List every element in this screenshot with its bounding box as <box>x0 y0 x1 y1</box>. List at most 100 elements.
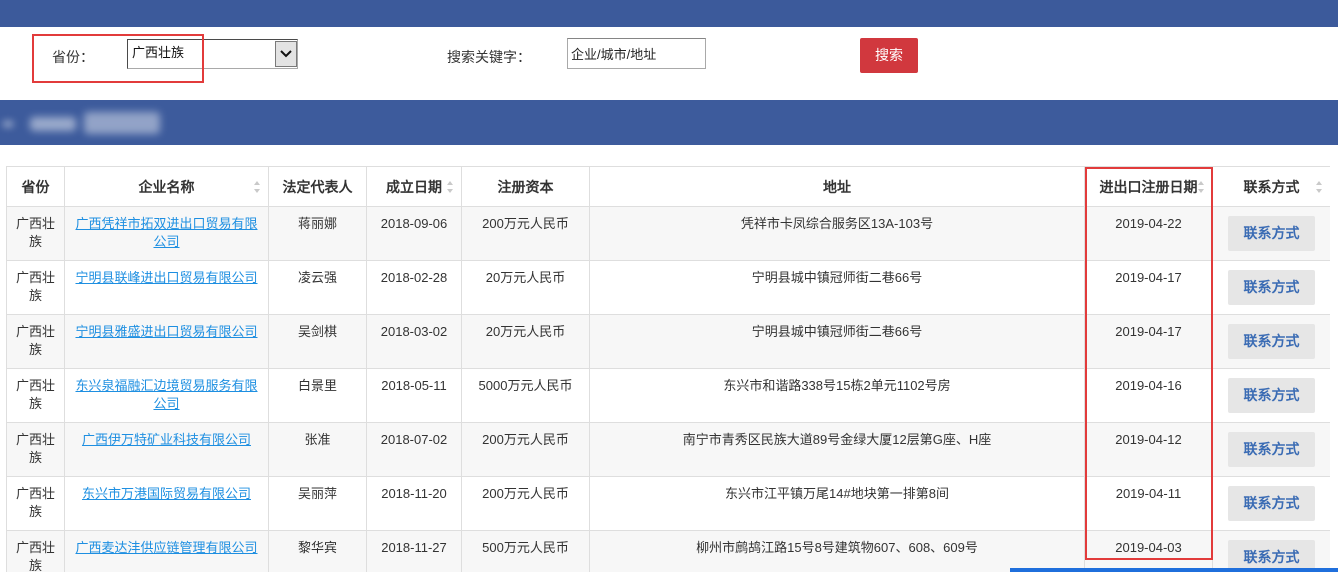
header-label: 企业名称 <box>138 178 195 195</box>
header-province: 省份 <box>6 166 65 207</box>
blurred-text <box>84 112 160 134</box>
keyword-label: 搜索关键字： <box>447 49 531 65</box>
cell-ie-registration-date: 2019-04-22 <box>1084 206 1213 261</box>
cell-contact: 联系方式 <box>1212 260 1330 315</box>
cell-contact: 联系方式 <box>1212 314 1330 369</box>
top-nav-bar <box>0 0 1338 27</box>
sort-icon[interactable] <box>1315 180 1323 194</box>
cell-legal-representative: 白景里 <box>268 368 367 423</box>
company-name-link[interactable]: 广西麦达沣供应链管理有限公司 <box>75 540 257 555</box>
sort-icon[interactable] <box>446 180 454 194</box>
cell-address: 东兴市江平镇万尾14#地块第一排第8间 <box>589 476 1085 531</box>
header-contact[interactable]: 联系方式 <box>1212 166 1330 207</box>
table-body: 广西壮族 广西凭祥市拓双进出口贸易有限公司 蒋丽娜 2018-09-06 200万元人民… <box>6 206 1330 572</box>
cell-legal-representative: 张准 <box>268 422 367 477</box>
cell-contact: 联系方式 <box>1212 422 1330 477</box>
cell-province: 广西壮族 <box>6 422 65 477</box>
table-row: 广西壮族 宁明县雅盛进出口贸易有限公司 吴剑棋 2018-03-02 20万元人民币 宁明… <box>6 314 1330 369</box>
bottom-blue-bar <box>1010 568 1338 572</box>
table-header-row: 省份 企业名称 法定代表人 成立日期 注册资本 地址 进出口注册日期 联系方式 <box>6 166 1330 207</box>
header-label: 进出口注册日期 <box>1099 178 1198 195</box>
province-label: 省份： <box>52 49 94 65</box>
cell-address: 宁明县城中镇冠师街二巷66号 <box>589 314 1085 369</box>
cell-legal-representative: 吴剑棋 <box>268 314 367 369</box>
contact-info-button[interactable]: 联系方式 <box>1228 216 1315 251</box>
contact-info-button[interactable]: 联系方式 <box>1228 324 1315 359</box>
sort-icon[interactable] <box>253 180 261 194</box>
header-founded-date[interactable]: 成立日期 <box>366 166 462 207</box>
chevron-down-icon[interactable] <box>275 41 297 67</box>
cell-company-name: 广西凭祥市拓双进出口贸易有限公司 <box>64 206 269 261</box>
cell-contact: 联系方式 <box>1212 368 1330 423</box>
company-table: 省份 企业名称 法定代表人 成立日期 注册资本 地址 进出口注册日期 联系方式 广西壮族 广西凭… <box>6 166 1330 572</box>
cell-ie-registration-date: 2019-04-16 <box>1084 368 1213 423</box>
cell-ie-registration-date: 2019-04-03 <box>1084 530 1213 572</box>
header-label: 注册资本 <box>497 178 554 195</box>
blurred-text <box>3 122 13 126</box>
cell-contact: 联系方式 <box>1212 206 1330 261</box>
keyword-input[interactable] <box>567 38 706 69</box>
province-select-value: 广西壮族 <box>132 45 185 60</box>
sort-icon[interactable] <box>1197 180 1205 194</box>
contact-info-button[interactable]: 联系方式 <box>1228 378 1315 413</box>
cell-company-name: 宁明县雅盛进出口贸易有限公司 <box>64 314 269 369</box>
contact-info-button[interactable]: 联系方式 <box>1228 432 1315 467</box>
cell-address: 南宁市青秀区民族大道89号金绿大厦12层第G座、H座 <box>589 422 1085 477</box>
cell-address: 东兴市和谐路338号15栋2单元1102号房 <box>589 368 1085 423</box>
table-row: 广西壮族 东兴市万港国际贸易有限公司 吴丽萍 2018-11-20 200万元人民币 东兴… <box>6 476 1330 531</box>
header-address: 地址 <box>589 166 1085 207</box>
table-row: 广西壮族 宁明县联峰进出口贸易有限公司 凌云强 2018-02-28 20万元人民币 宁明… <box>6 260 1330 315</box>
cell-ie-registration-date: 2019-04-17 <box>1084 260 1213 315</box>
cell-province: 广西壮族 <box>6 368 65 423</box>
cell-registered-capital: 200万元人民币 <box>461 476 590 531</box>
cell-company-name: 广西伊万特矿业科技有限公司 <box>64 422 269 477</box>
company-name-link[interactable]: 宁明县联峰进出口贸易有限公司 <box>75 270 257 285</box>
header-ie-registration-date[interactable]: 进出口注册日期 <box>1084 166 1213 207</box>
cell-legal-representative: 黎华宾 <box>268 530 367 572</box>
company-name-link[interactable]: 广西凭祥市拓双进出口贸易有限公司 <box>75 216 257 249</box>
blurred-text <box>30 117 76 131</box>
cell-company-name: 宁明县联峰进出口贸易有限公司 <box>64 260 269 315</box>
cell-founded-date: 2018-09-06 <box>366 206 462 261</box>
company-table-container: 省份 企业名称 法定代表人 成立日期 注册资本 地址 进出口注册日期 联系方式 广西壮族 广西凭… <box>6 166 1330 572</box>
search-button[interactable]: 搜索 <box>860 38 918 73</box>
cell-province: 广西壮族 <box>6 314 65 369</box>
blurred-title-band <box>0 100 1338 145</box>
company-name-link[interactable]: 东兴泉福融汇边境贸易服务有限公司 <box>75 378 257 411</box>
cell-founded-date: 2018-05-11 <box>366 368 462 423</box>
table-header: 省份 企业名称 法定代表人 成立日期 注册资本 地址 进出口注册日期 联系方式 <box>6 166 1330 207</box>
cell-registered-capital: 20万元人民币 <box>461 260 590 315</box>
cell-province: 广西壮族 <box>6 206 65 261</box>
cell-province: 广西壮族 <box>6 260 65 315</box>
cell-founded-date: 2018-02-28 <box>366 260 462 315</box>
cell-company-name: 东兴市万港国际贸易有限公司 <box>64 476 269 531</box>
contact-info-button[interactable]: 联系方式 <box>1228 486 1315 521</box>
header-label: 法定代表人 <box>282 178 353 195</box>
cell-ie-registration-date: 2019-04-17 <box>1084 314 1213 369</box>
cell-registered-capital: 200万元人民币 <box>461 206 590 261</box>
cell-company-name: 广西麦达沣供应链管理有限公司 <box>64 530 269 572</box>
cell-province: 广西壮族 <box>6 476 65 531</box>
province-select[interactable]: 广西壮族 <box>127 39 298 69</box>
cell-province: 广西壮族 <box>6 530 65 572</box>
cell-ie-registration-date: 2019-04-11 <box>1084 476 1213 531</box>
header-company-name[interactable]: 企业名称 <box>64 166 269 207</box>
cell-registered-capital: 5000万元人民币 <box>461 368 590 423</box>
cell-address: 凭祥市卡凤综合服务区13A-103号 <box>589 206 1085 261</box>
cell-company-name: 东兴泉福融汇边境贸易服务有限公司 <box>64 368 269 423</box>
table-row: 广西壮族 广西凭祥市拓双进出口贸易有限公司 蒋丽娜 2018-09-06 200万元人民… <box>6 206 1330 261</box>
company-name-link[interactable]: 东兴市万港国际贸易有限公司 <box>82 486 251 501</box>
cell-address: 柳州市鹧鸪江路15号8号建筑物607、608、609号 <box>589 530 1085 572</box>
table-row: 广西壮族 东兴泉福融汇边境贸易服务有限公司 白景里 2018-05-11 5000万元人… <box>6 368 1330 423</box>
cell-founded-date: 2018-03-02 <box>366 314 462 369</box>
header-registered-capital: 注册资本 <box>461 166 590 207</box>
cell-registered-capital: 20万元人民币 <box>461 314 590 369</box>
cell-contact: 联系方式 <box>1212 530 1330 572</box>
company-name-link[interactable]: 广西伊万特矿业科技有限公司 <box>82 432 251 447</box>
header-label: 联系方式 <box>1243 178 1300 195</box>
table-row: 广西壮族 广西麦达沣供应链管理有限公司 黎华宾 2018-11-27 500万元人民币柳… <box>6 530 1330 572</box>
cell-founded-date: 2018-11-20 <box>366 476 462 531</box>
company-name-link[interactable]: 宁明县雅盛进出口贸易有限公司 <box>75 324 257 339</box>
contact-info-button[interactable]: 联系方式 <box>1228 270 1315 305</box>
cell-founded-date: 2018-11-27 <box>366 530 462 572</box>
